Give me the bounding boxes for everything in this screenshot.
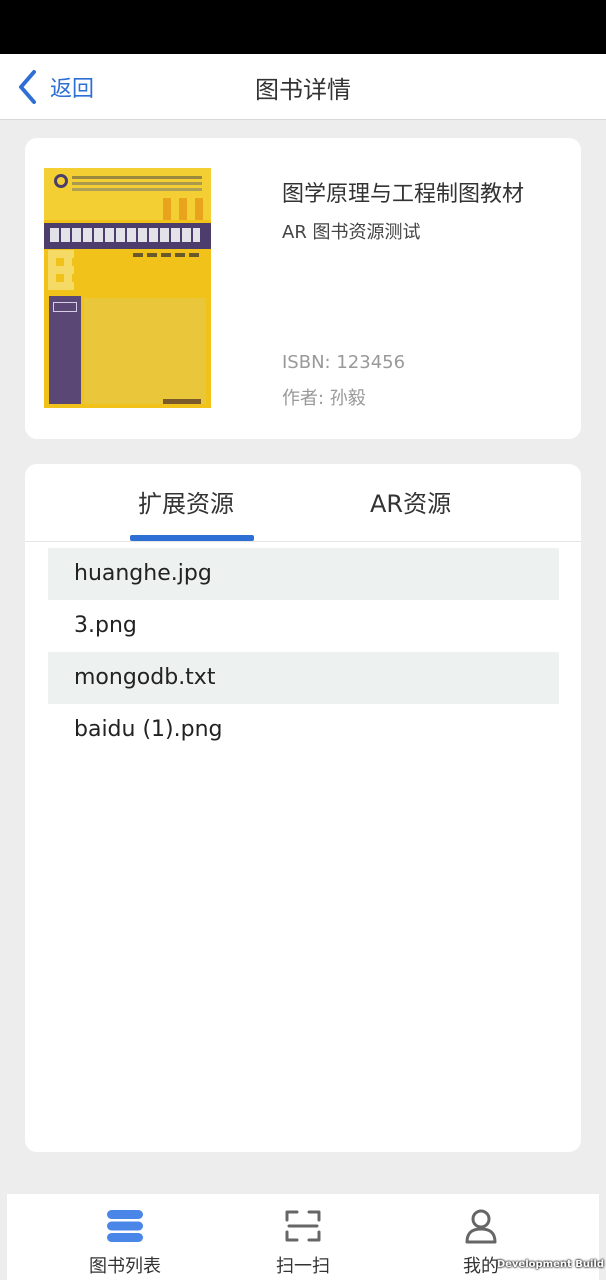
list-item[interactable]: huanghe.jpg <box>48 548 559 600</box>
tab-extended-resources[interactable]: 扩展资源 <box>138 484 234 519</box>
development-build-watermark: Development Build <box>496 1259 604 1270</box>
file-list: huanghe.jpg 3.png mongodb.txt baidu (1).… <box>48 548 559 756</box>
status-bar <box>0 0 606 54</box>
book-list-icon <box>107 1210 143 1242</box>
active-tab-indicator <box>130 535 254 541</box>
book-isbn: ISBN: 123456 <box>282 352 406 373</box>
tab-book-list-label: 图书列表 <box>89 1256 161 1277</box>
tab-scan-label: 扫一扫 <box>276 1256 330 1277</box>
tab-scan[interactable]: 扫一扫 <box>233 1194 373 1280</box>
user-icon <box>465 1209 497 1244</box>
nav-bar: 返回 图书详情 <box>0 54 606 120</box>
list-item[interactable]: mongodb.txt <box>48 652 559 704</box>
scan-icon <box>285 1210 321 1242</box>
resources-card: 扩展资源 AR资源 huanghe.jpg 3.png mongodb.txt … <box>25 464 581 1152</box>
book-cover-image <box>44 168 211 408</box>
book-author: 作者: 孙毅 <box>282 388 366 409</box>
book-title: 图学原理与工程制图教材 <box>282 182 525 207</box>
book-info-card: 图学原理与工程制图教材 AR 图书资源测试 ISBN: 123456 作者: 孙… <box>25 138 581 439</box>
tab-ar-resources[interactable]: AR资源 <box>370 484 451 519</box>
tab-book-list[interactable]: 图书列表 <box>55 1194 195 1280</box>
list-item[interactable]: 3.png <box>48 600 559 652</box>
page-title: 图书详情 <box>255 76 351 104</box>
book-subtitle: AR 图书资源测试 <box>282 222 421 243</box>
list-item[interactable]: baidu (1).png <box>48 704 559 756</box>
resource-tabs: 扩展资源 AR资源 <box>25 464 581 542</box>
